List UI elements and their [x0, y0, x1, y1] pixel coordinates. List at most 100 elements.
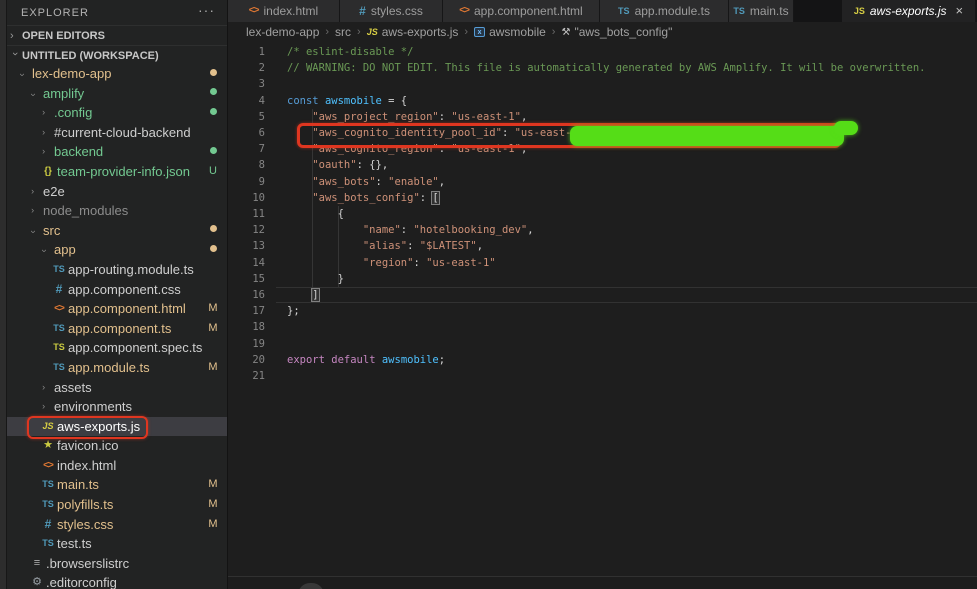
- tree-item-label: aws-exports.js: [57, 417, 140, 437]
- tree-item-favicon-ico[interactable]: ★favicon.ico: [7, 436, 227, 456]
- code-token: [287, 143, 312, 155]
- tree-item--config[interactable]: ›.config: [7, 103, 227, 123]
- tree-item-app[interactable]: ›app: [7, 240, 227, 260]
- code-line-4: 4const awsmobile = {: [228, 93, 977, 109]
- tab-index-html[interactable]: <>index.html: [228, 0, 340, 22]
- tree-item-assets[interactable]: ›assets: [7, 378, 227, 398]
- vscode-window: EXPLORER ··· › OPEN EDITORS › UNTITLED (…: [0, 0, 977, 589]
- chevron-right-icon: ›: [42, 142, 52, 162]
- line-number: 6: [228, 125, 265, 141]
- workspace-section[interactable]: › UNTITLED (WORKSPACE): [7, 45, 227, 65]
- code-token: "region": [363, 257, 414, 269]
- tree-item-polyfills-ts[interactable]: TSpolyfills.tsM: [7, 495, 227, 515]
- code-token: ,: [521, 111, 527, 123]
- code-token: :: [401, 224, 414, 236]
- tree-item-main-ts[interactable]: TSmain.tsM: [7, 475, 227, 495]
- open-editors-label: OPEN EDITORS: [22, 26, 105, 46]
- tree-item--editorconfig[interactable]: ⚙.editorconfig: [7, 573, 227, 589]
- activity-bar-strip: [0, 0, 7, 589]
- code-line-text: export default awsmobile;: [265, 354, 445, 366]
- chevron-right-icon: ›: [31, 182, 41, 202]
- line-number: 20: [228, 352, 265, 368]
- breadcrumb-item-3[interactable]: JSaws-exports.js: [367, 25, 459, 39]
- tree-item-label: environments: [54, 397, 132, 417]
- explorer-more-actions-icon[interactable]: ···: [198, 2, 215, 18]
- code-token: "us-east-: [515, 127, 572, 139]
- tree-item-label: favicon.ico: [57, 436, 118, 456]
- html-file-icon: <>: [51, 299, 67, 319]
- breadcrumb-item-2[interactable]: src: [335, 25, 351, 39]
- js-file-icon: JS: [367, 27, 378, 37]
- tree-item-app-component-spec-ts[interactable]: TSapp.component.spec.ts: [7, 338, 227, 358]
- tree-item-label: app.component.css: [68, 280, 181, 300]
- ts-file-icon: TS: [51, 260, 67, 280]
- code-line-text: }: [265, 273, 344, 285]
- tree-item-index-html[interactable]: <>index.html: [7, 456, 227, 476]
- tree-item-amplify[interactable]: ›amplify: [7, 84, 227, 104]
- breadcrumb-item-4[interactable]: xawsmobile: [474, 25, 546, 39]
- close-icon[interactable]: ×: [956, 0, 964, 22]
- line-number: 7: [228, 141, 265, 157]
- code-line-text: const awsmobile = {: [265, 95, 407, 107]
- code-line-3: 3: [228, 76, 977, 92]
- code-token: awsmobile: [382, 354, 439, 366]
- tree-item-label: app.module.ts: [68, 358, 150, 378]
- explorer-sidebar: EXPLORER ··· › OPEN EDITORS › UNTITLED (…: [7, 0, 228, 589]
- tree-item-app-routing-module-ts[interactable]: TSapp-routing.module.ts: [7, 260, 227, 280]
- tree-item-aws-exports-js[interactable]: JSaws-exports.js: [7, 417, 227, 437]
- tab-main-ts[interactable]: TSmain.ts: [729, 0, 794, 22]
- git-status-badge: M: [205, 495, 221, 515]
- tree-item-backend[interactable]: ›backend: [7, 142, 227, 162]
- tab-label: app.module.ts: [635, 0, 710, 22]
- code-token: [287, 159, 312, 171]
- open-editors-section[interactable]: › OPEN EDITORS: [7, 25, 227, 45]
- tree-item--current-cloud-backend[interactable]: ›#current-cloud-backend: [7, 123, 227, 143]
- code-token: "aws_bots": [312, 176, 375, 188]
- code-token: [287, 240, 363, 252]
- tree-item-environments[interactable]: ›environments: [7, 397, 227, 417]
- code-line-18: 18: [228, 319, 977, 335]
- tab-styles-css[interactable]: #styles.css: [340, 0, 443, 22]
- tree-item-lex-demo-app[interactable]: ›lex-demo-app: [7, 64, 227, 84]
- code-line-text: // WARNING: DO NOT EDIT. This file is au…: [265, 62, 925, 74]
- tree-item--browserslistrc[interactable]: ≡.browserslistrc: [7, 554, 227, 574]
- tree-item-src[interactable]: ›src: [7, 221, 227, 241]
- tab-app-module-ts[interactable]: TSapp.module.ts: [600, 0, 729, 22]
- tree-item-test-ts[interactable]: TStest.ts: [7, 534, 227, 554]
- tree-item-team-provider-info-json[interactable]: {}team-provider-info.jsonU: [7, 162, 227, 182]
- tree-item-app-component-ts[interactable]: TSapp.component.tsM: [7, 319, 227, 339]
- tree-item-app-component-css[interactable]: #app.component.css: [7, 280, 227, 300]
- tab-label: aws-exports.js: [870, 0, 947, 22]
- code-token: "aws_cognito_region": [312, 143, 438, 155]
- code-token: [287, 289, 312, 301]
- breadcrumb-label: src: [335, 25, 351, 39]
- chevron-glyph: ›: [34, 249, 54, 252]
- git-status-badge: M: [205, 475, 221, 495]
- chevron-glyph: ›: [31, 183, 34, 201]
- ts-spec-file-icon: TS: [51, 338, 67, 358]
- tree-item-app-component-html[interactable]: <>app.component.htmlM: [7, 299, 227, 319]
- breadcrumb-item-5[interactable]: ⚒"aws_bots_config": [561, 25, 672, 39]
- tree-item-styles-css[interactable]: #styles.cssM: [7, 515, 227, 535]
- breadcrumb-item-1[interactable]: lex-demo-app: [246, 25, 319, 39]
- tree-item-label: team-provider-info.json: [57, 162, 190, 182]
- code-token: :: [420, 192, 433, 204]
- tab-app-component-html[interactable]: <>app.component.html: [443, 0, 600, 22]
- symbol-property-wrench-icon: ⚒: [561, 27, 570, 38]
- tree-item-app-module-ts[interactable]: TSapp.module.tsM: [7, 358, 227, 378]
- tab-aws-exports-js[interactable]: JSaws-exports.js×: [842, 0, 976, 22]
- tree-item-e2e[interactable]: ›e2e: [7, 182, 227, 202]
- line-number: 19: [228, 336, 265, 352]
- code-token: awsmobile: [325, 95, 382, 107]
- tree-item-node-modules[interactable]: ›node_modules: [7, 201, 227, 221]
- code-token: [287, 224, 363, 236]
- code-token: "name": [363, 224, 401, 236]
- css-file-icon: #: [40, 515, 56, 535]
- editor-bottom-strip: [228, 576, 977, 589]
- dot-icon: [210, 225, 217, 232]
- gear-file-icon: ⚙: [29, 573, 45, 589]
- code-line-text: "aws_cognito_region": "us-east-1",: [265, 143, 527, 155]
- code-token: [: [432, 192, 438, 204]
- tree-item-label: node_modules: [43, 201, 128, 221]
- code-editor[interactable]: 1/* eslint-disable */2// WARNING: DO NOT…: [228, 42, 977, 576]
